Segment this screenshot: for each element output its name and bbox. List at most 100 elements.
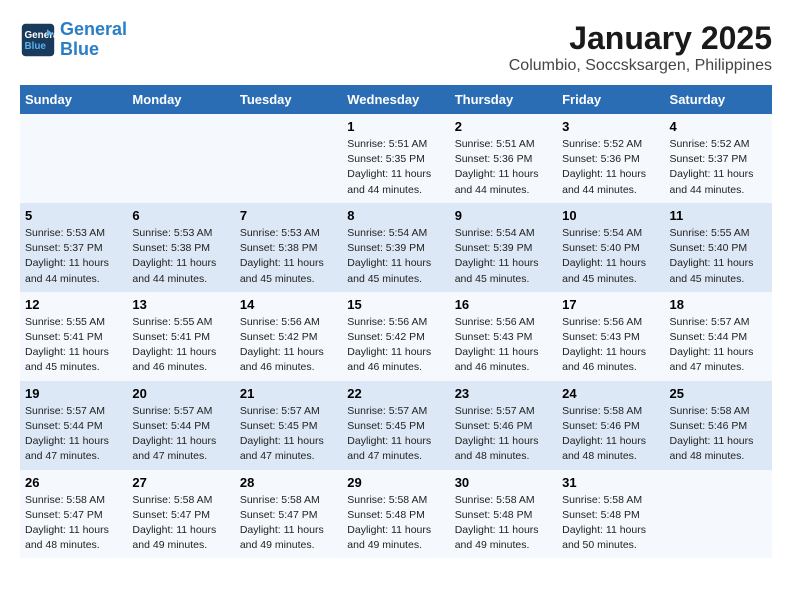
day-number: 5 bbox=[25, 208, 122, 223]
calendar-cell: 31 Sunrise: 5:58 AM Sunset: 5:48 PM Dayli… bbox=[557, 470, 664, 559]
calendar-cell: 14Sunrise: 5:56 AM Sunset: 5:42 PM Dayli… bbox=[235, 292, 342, 381]
logo-text: General Blue bbox=[60, 20, 127, 60]
calendar-cell: 11 Sunrise: 5:55 AM Sunset: 5:40 PM Dayli… bbox=[665, 203, 772, 292]
day-info: Sunrise: 5:57 AM Sunset: 5:45 PM Dayligh… bbox=[347, 404, 444, 465]
day-number: 3 bbox=[562, 119, 659, 134]
calendar-cell: 25 Sunrise: 5:58 AM Sunset: 5:46 PM Dayli… bbox=[665, 381, 772, 470]
page-title: January 2025 bbox=[509, 20, 772, 57]
day-number: 29 bbox=[347, 475, 444, 490]
calendar-cell bbox=[235, 114, 342, 203]
day-info: Sunrise: 5:54 AM Sunset: 5:39 PM Dayligh… bbox=[347, 226, 444, 287]
calendar-cell: 29Sunrise: 5:58 AM Sunset: 5:48 PM Dayli… bbox=[342, 470, 449, 559]
day-info: Sunrise: 5:55 AM Sunset: 5:41 PM Dayligh… bbox=[132, 315, 229, 376]
calendar-cell: 12 Sunrise: 5:55 AM Sunset: 5:41 PM Dayli… bbox=[20, 292, 127, 381]
calendar-cell: 10 Sunrise: 5:54 AM Sunset: 5:40 PM Dayli… bbox=[557, 203, 664, 292]
header-thursday: Thursday bbox=[450, 85, 557, 114]
calendar-cell: 2 Sunrise: 5:51 AM Sunset: 5:36 PM Daylig… bbox=[450, 114, 557, 203]
day-number: 8 bbox=[347, 208, 444, 223]
day-info: Sunrise: 5:54 AM Sunset: 5:39 PM Dayligh… bbox=[455, 226, 552, 287]
day-info: Sunrise: 5:53 AM Sunset: 5:38 PM Dayligh… bbox=[132, 226, 229, 287]
calendar-cell: 5 Sunrise: 5:53 AM Sunset: 5:37 PM Daylig… bbox=[20, 203, 127, 292]
calendar-cell: 9 Sunrise: 5:54 AM Sunset: 5:39 PM Daylig… bbox=[450, 203, 557, 292]
header-friday: Friday bbox=[557, 85, 664, 114]
calendar-cell: 19Sunrise: 5:57 AM Sunset: 5:44 PM Dayli… bbox=[20, 381, 127, 470]
day-number: 2 bbox=[455, 119, 552, 134]
day-number: 13 bbox=[132, 297, 229, 312]
logo-icon: General Blue bbox=[20, 22, 56, 58]
page-subtitle: Columbio, Soccsksargen, Philippines bbox=[509, 57, 772, 75]
logo: General Blue General Blue bbox=[20, 20, 127, 60]
calendar-cell: 13 Sunrise: 5:55 AM Sunset: 5:41 PM Dayli… bbox=[127, 292, 234, 381]
day-number: 15 bbox=[347, 297, 444, 312]
day-number: 28 bbox=[240, 475, 337, 490]
calendar-cell bbox=[665, 470, 772, 559]
day-info: Sunrise: 5:52 AM Sunset: 5:36 PM Dayligh… bbox=[562, 137, 659, 198]
day-info: Sunrise: 5:51 AM Sunset: 5:36 PM Dayligh… bbox=[455, 137, 552, 198]
calendar-week-row: 19Sunrise: 5:57 AM Sunset: 5:44 PM Dayli… bbox=[20, 381, 772, 470]
calendar-cell: 6 Sunrise: 5:53 AM Sunset: 5:38 PM Daylig… bbox=[127, 203, 234, 292]
day-info: Sunrise: 5:58 AM Sunset: 5:47 PM Dayligh… bbox=[240, 493, 337, 554]
day-info: Sunrise: 5:53 AM Sunset: 5:37 PM Dayligh… bbox=[25, 226, 122, 287]
calendar-cell: 22Sunrise: 5:57 AM Sunset: 5:45 PM Dayli… bbox=[342, 381, 449, 470]
day-number: 20 bbox=[132, 386, 229, 401]
day-number: 11 bbox=[670, 208, 767, 223]
day-number: 6 bbox=[132, 208, 229, 223]
calendar-cell bbox=[20, 114, 127, 203]
day-info: Sunrise: 5:58 AM Sunset: 5:47 PM Dayligh… bbox=[25, 493, 122, 554]
calendar-cell: 21Sunrise: 5:57 AM Sunset: 5:45 PM Dayli… bbox=[235, 381, 342, 470]
calendar-week-row: 12 Sunrise: 5:55 AM Sunset: 5:41 PM Dayli… bbox=[20, 292, 772, 381]
day-number: 14 bbox=[240, 297, 337, 312]
day-info: Sunrise: 5:54 AM Sunset: 5:40 PM Dayligh… bbox=[562, 226, 659, 287]
title-block: January 2025 Columbio, Soccsksargen, Phi… bbox=[509, 20, 772, 75]
day-info: Sunrise: 5:51 AM Sunset: 5:35 PM Dayligh… bbox=[347, 137, 444, 198]
day-number: 10 bbox=[562, 208, 659, 223]
day-info: Sunrise: 5:55 AM Sunset: 5:41 PM Dayligh… bbox=[25, 315, 122, 376]
header-sunday: Sunday bbox=[20, 85, 127, 114]
calendar-cell: 23Sunrise: 5:57 AM Sunset: 5:46 PM Dayli… bbox=[450, 381, 557, 470]
day-number: 12 bbox=[25, 297, 122, 312]
day-number: 7 bbox=[240, 208, 337, 223]
day-info: Sunrise: 5:58 AM Sunset: 5:46 PM Dayligh… bbox=[670, 404, 767, 465]
day-info: Sunrise: 5:56 AM Sunset: 5:43 PM Dayligh… bbox=[455, 315, 552, 376]
svg-text:General: General bbox=[25, 30, 57, 41]
calendar-cell: 24Sunrise: 5:58 AM Sunset: 5:46 PM Dayli… bbox=[557, 381, 664, 470]
calendar-header-row: SundayMondayTuesdayWednesdayThursdayFrid… bbox=[20, 85, 772, 114]
calendar-cell: 17Sunrise: 5:56 AM Sunset: 5:43 PM Dayli… bbox=[557, 292, 664, 381]
day-info: Sunrise: 5:55 AM Sunset: 5:40 PM Dayligh… bbox=[670, 226, 767, 287]
day-info: Sunrise: 5:58 AM Sunset: 5:48 PM Dayligh… bbox=[562, 493, 659, 554]
day-number: 30 bbox=[455, 475, 552, 490]
calendar-cell: 1 Sunrise: 5:51 AM Sunset: 5:35 PM Daylig… bbox=[342, 114, 449, 203]
day-info: Sunrise: 5:56 AM Sunset: 5:42 PM Dayligh… bbox=[347, 315, 444, 376]
page-header: General Blue General Blue January 2025 C… bbox=[20, 20, 772, 75]
day-info: Sunrise: 5:58 AM Sunset: 5:46 PM Dayligh… bbox=[562, 404, 659, 465]
day-number: 26 bbox=[25, 475, 122, 490]
day-info: Sunrise: 5:58 AM Sunset: 5:48 PM Dayligh… bbox=[455, 493, 552, 554]
day-info: Sunrise: 5:57 AM Sunset: 5:45 PM Dayligh… bbox=[240, 404, 337, 465]
calendar-cell: 26 Sunrise: 5:58 AM Sunset: 5:47 PM Dayli… bbox=[20, 470, 127, 559]
calendar-cell: 20 Sunrise: 5:57 AM Sunset: 5:44 PM Dayli… bbox=[127, 381, 234, 470]
calendar-week-row: 5 Sunrise: 5:53 AM Sunset: 5:37 PM Daylig… bbox=[20, 203, 772, 292]
calendar-cell: 18Sunrise: 5:57 AM Sunset: 5:44 PM Dayli… bbox=[665, 292, 772, 381]
calendar-cell: 28 Sunrise: 5:58 AM Sunset: 5:47 PM Dayli… bbox=[235, 470, 342, 559]
calendar-cell: 4 Sunrise: 5:52 AM Sunset: 5:37 PM Daylig… bbox=[665, 114, 772, 203]
day-number: 18 bbox=[670, 297, 767, 312]
day-info: Sunrise: 5:57 AM Sunset: 5:44 PM Dayligh… bbox=[25, 404, 122, 465]
header-saturday: Saturday bbox=[665, 85, 772, 114]
header-tuesday: Tuesday bbox=[235, 85, 342, 114]
calendar-cell: 15 Sunrise: 5:56 AM Sunset: 5:42 PM Dayli… bbox=[342, 292, 449, 381]
day-number: 25 bbox=[670, 386, 767, 401]
day-number: 4 bbox=[670, 119, 767, 134]
header-monday: Monday bbox=[127, 85, 234, 114]
header-wednesday: Wednesday bbox=[342, 85, 449, 114]
day-number: 31 bbox=[562, 475, 659, 490]
calendar-cell bbox=[127, 114, 234, 203]
day-info: Sunrise: 5:56 AM Sunset: 5:43 PM Dayligh… bbox=[562, 315, 659, 376]
day-number: 23 bbox=[455, 386, 552, 401]
day-number: 16 bbox=[455, 297, 552, 312]
calendar-week-row: 26 Sunrise: 5:58 AM Sunset: 5:47 PM Dayli… bbox=[20, 470, 772, 559]
day-info: Sunrise: 5:52 AM Sunset: 5:37 PM Dayligh… bbox=[670, 137, 767, 198]
calendar-week-row: 1 Sunrise: 5:51 AM Sunset: 5:35 PM Daylig… bbox=[20, 114, 772, 203]
day-number: 9 bbox=[455, 208, 552, 223]
day-info: Sunrise: 5:57 AM Sunset: 5:44 PM Dayligh… bbox=[132, 404, 229, 465]
day-number: 1 bbox=[347, 119, 444, 134]
